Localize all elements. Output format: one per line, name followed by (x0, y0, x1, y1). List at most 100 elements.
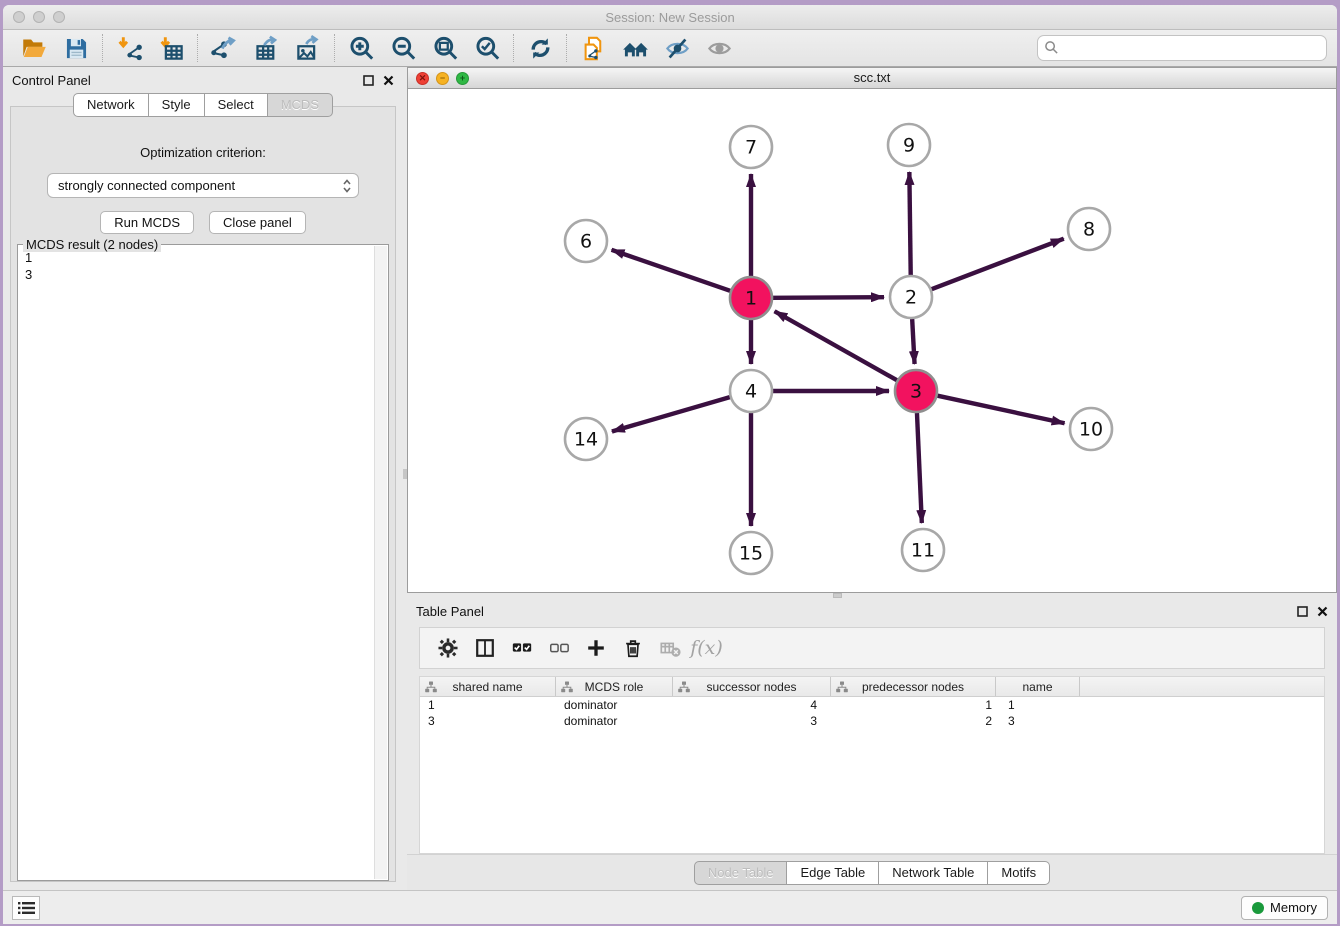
node-label: 3 (910, 381, 922, 403)
show-details-icon (698, 32, 740, 64)
edge-2-9[interactable] (909, 172, 910, 275)
graph-node-11[interactable]: 11 (902, 529, 944, 571)
graph-node-9[interactable]: 9 (888, 124, 930, 166)
edge-1-2[interactable] (773, 297, 884, 298)
column-header-shared-name[interactable]: shared name (420, 677, 556, 696)
table-cell: dominator (556, 698, 673, 712)
frame-close-button[interactable]: ✕ (416, 72, 429, 85)
node-label: 10 (1079, 419, 1103, 441)
zoom-out-icon[interactable] (382, 32, 424, 64)
graph-node-6[interactable]: 6 (565, 220, 607, 262)
graph-node-3[interactable]: 3 (895, 370, 937, 412)
toolbar-separator (513, 34, 514, 62)
table-settings-icon[interactable] (429, 631, 466, 665)
graph-node-4[interactable]: 4 (730, 370, 772, 412)
horizontal-splitter[interactable] (407, 593, 1337, 598)
frame-minimize-button[interactable]: − (436, 72, 449, 85)
edge-3-10[interactable] (937, 396, 1064, 424)
node-table: shared nameMCDS rolesuccessor nodes prede… (419, 676, 1325, 854)
graph-node-10[interactable]: 10 (1070, 408, 1112, 450)
frame-maximize-button[interactable]: + (456, 72, 469, 85)
save-session-icon[interactable] (55, 32, 97, 64)
toggle-columns-icon[interactable] (466, 631, 503, 665)
close-table-panel-icon[interactable] (1317, 606, 1328, 617)
column-type-icon (836, 681, 848, 693)
edge-4-14[interactable] (612, 397, 730, 431)
hide-details-icon[interactable] (656, 32, 698, 64)
tab-select[interactable]: Select (205, 93, 268, 117)
delete-table-icon (659, 637, 681, 659)
zoom-window-button[interactable] (53, 11, 65, 23)
status-bar: Memory (3, 890, 1337, 924)
tab-network-table[interactable]: Network Table (879, 861, 988, 885)
tab-style[interactable]: Style (149, 93, 205, 117)
select-all-columns-icon[interactable] (503, 631, 540, 665)
graph-node-14[interactable]: 14 (565, 418, 607, 460)
close-panel-icon[interactable] (383, 75, 394, 86)
float-panel-icon[interactable] (363, 75, 374, 86)
edge-3-11[interactable] (917, 413, 922, 523)
zoom-in-icon[interactable] (340, 32, 382, 64)
table-cell: 1 (996, 698, 1080, 712)
import-network-icon[interactable] (108, 32, 150, 64)
add-column-icon[interactable] (577, 631, 614, 665)
column-header-label: predecessor nodes (862, 680, 964, 694)
unselect-all-columns-icon[interactable] (540, 631, 577, 665)
column-type-icon (425, 681, 437, 693)
column-header-name[interactable]: name (996, 677, 1080, 696)
column-header-MCDS-role[interactable]: MCDS role (556, 677, 673, 696)
search-input[interactable] (1037, 35, 1327, 61)
clone-network-icon[interactable] (572, 32, 614, 64)
delete-column-icon[interactable] (614, 631, 651, 665)
export-network-icon (211, 35, 238, 62)
zoom-fit-icon[interactable] (424, 32, 466, 64)
graph-node-7[interactable]: 7 (730, 126, 772, 168)
export-network-icon[interactable] (203, 32, 245, 64)
table-row[interactable]: 1dominator411 (420, 697, 1324, 713)
refresh-icon[interactable] (519, 32, 561, 64)
edge-2-8[interactable] (932, 239, 1064, 290)
window-title: Session: New Session (3, 5, 1337, 30)
export-image-icon[interactable] (287, 32, 329, 64)
edge-1-6[interactable] (612, 250, 731, 291)
home-view-icon[interactable] (614, 32, 656, 64)
tab-motifs[interactable]: Motifs (988, 861, 1050, 885)
column-type-icon (678, 681, 690, 693)
node-label: 9 (903, 135, 915, 157)
zoom-selected-icon[interactable] (466, 32, 508, 64)
tab-mcds[interactable]: MCDS (268, 93, 333, 117)
network-canvas[interactable]: 7 9 6 8 1 2 4 3 14 10 15 11 (407, 89, 1337, 593)
memory-button[interactable]: Memory (1241, 896, 1328, 920)
task-list-icon (18, 901, 35, 915)
tab-edge-table[interactable]: Edge Table (787, 861, 879, 885)
table-tab-bar: Node TableEdge TableNetwork TableMotifs (407, 854, 1337, 890)
task-history-button[interactable] (12, 896, 40, 920)
graph-node-15[interactable]: 15 (730, 532, 772, 574)
open-file-icon[interactable] (13, 32, 55, 64)
import-table-icon[interactable] (150, 32, 192, 64)
edge-3-1[interactable] (775, 311, 897, 380)
float-table-panel-icon[interactable] (1297, 606, 1308, 617)
search-icon (1044, 40, 1059, 55)
tab-network[interactable]: Network (73, 93, 149, 117)
column-header-predecessor-nodes[interactable]: predecessor nodes (831, 677, 996, 696)
node-label: 11 (911, 540, 935, 562)
optimization-criterion-select[interactable]: strongly connected component (47, 173, 359, 198)
close-window-button[interactable] (13, 11, 25, 23)
control-panel-title: Control Panel (12, 73, 91, 88)
close-panel-button[interactable]: Close panel (209, 211, 306, 234)
mcds-panel: Optimization criterion: strongly connect… (10, 106, 396, 882)
tab-node-table[interactable]: Node Table (694, 861, 788, 885)
run-mcds-button[interactable]: Run MCDS (100, 211, 194, 234)
zoom-out-icon (390, 35, 417, 62)
graph-node-1[interactable]: 1 (730, 277, 772, 319)
graph-node-2[interactable]: 2 (890, 276, 932, 318)
minimize-window-button[interactable] (33, 11, 45, 23)
result-scrollbar[interactable] (374, 246, 387, 879)
optimization-criterion-label: Optimization criterion: (140, 145, 266, 160)
column-header-successor-nodes[interactable]: successor nodes (673, 677, 831, 696)
graph-node-8[interactable]: 8 (1068, 208, 1110, 250)
export-table-icon[interactable] (245, 32, 287, 64)
table-row[interactable]: 3dominator323 (420, 713, 1324, 729)
edge-2-3[interactable] (912, 319, 914, 364)
